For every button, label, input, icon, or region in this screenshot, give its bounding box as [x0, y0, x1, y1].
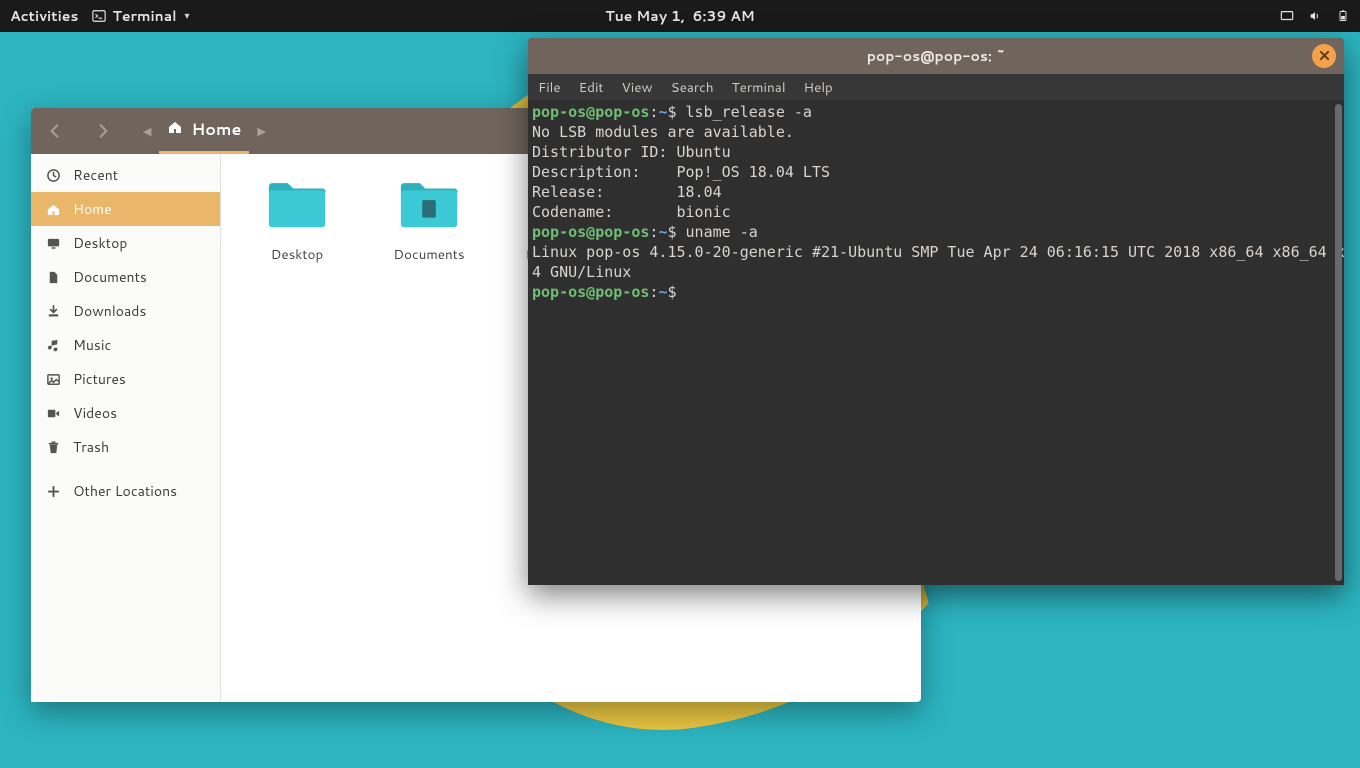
sidebar-item-other-locations[interactable]: Other Locations: [31, 474, 220, 508]
menu-search[interactable]: Search: [671, 78, 714, 97]
sidebar-item-desktop[interactable]: Desktop: [31, 226, 220, 260]
terminal-line: Distributor ID: Ubuntu: [532, 142, 1340, 162]
active-app-menu[interactable]: Terminal ▾: [92, 6, 189, 26]
screen-indicator-icon[interactable]: [1280, 9, 1294, 23]
sidebar-item-music[interactable]: Music: [31, 328, 220, 362]
menu-file[interactable]: File: [538, 78, 561, 97]
activities-button[interactable]: Activities: [10, 6, 78, 26]
breadcrumb-home[interactable]: Home: [163, 108, 245, 154]
active-app-label: Terminal: [112, 6, 176, 26]
menu-view[interactable]: View: [622, 78, 653, 97]
terminal-line: Description: Pop!_OS 18.04 LTS: [532, 162, 1340, 182]
terminal-title: pop-os@pop-os: ~: [867, 46, 1006, 66]
sidebar-item-label: Pictures: [73, 369, 126, 389]
plus-icon: [45, 483, 61, 499]
terminal-line: Release: 18.04: [532, 182, 1340, 202]
home-icon: [45, 201, 61, 217]
video-icon: [45, 405, 61, 421]
terminal-output[interactable]: pop-os@pop-os:~$ lsb_release -aNo LSB mo…: [528, 100, 1344, 585]
terminal-window: pop-os@pop-os: ~ File Edit View Search Termi…: [528, 38, 1344, 585]
trash-icon: [45, 439, 61, 455]
terminal-line: pop-os@pop-os:~$ lsb_release -a: [532, 102, 1340, 122]
gnome-topbar: Activities Terminal ▾ Tue May 1, 6:39 AM: [0, 0, 1360, 32]
breadcrumb-sep-right-icon: ▶: [251, 123, 271, 139]
sidebar-item-label: Videos: [73, 403, 117, 423]
sidebar-item-label: Home: [73, 199, 112, 219]
folder-label: Documents: [393, 245, 464, 264]
music-icon: [45, 337, 61, 353]
folder-icon: [397, 176, 461, 237]
menu-help[interactable]: Help: [804, 78, 833, 97]
sidebar-item-home[interactable]: Home: [31, 192, 220, 226]
terminal-line: pop-os@pop-os:~$ uname -a: [532, 222, 1340, 242]
menu-terminal[interactable]: Terminal: [732, 78, 786, 97]
folder-desktop[interactable]: Desktop: [251, 176, 343, 264]
terminal-menubar: File Edit View Search Terminal Help: [528, 74, 1344, 100]
folder-documents[interactable]: Documents: [383, 176, 475, 264]
sidebar-item-label: Downloads: [73, 301, 146, 321]
sidebar-item-label: Documents: [73, 267, 147, 287]
sidebar-item-label: Desktop: [73, 233, 127, 253]
terminal-line: No LSB modules are available.: [532, 122, 1340, 142]
nav-forward-button[interactable]: [83, 112, 123, 150]
sidebar-item-videos[interactable]: Videos: [31, 396, 220, 430]
nav-back-button[interactable]: [35, 112, 75, 150]
sidebar-item-pictures[interactable]: Pictures: [31, 362, 220, 396]
terminal-line: 4 GNU/Linux: [532, 262, 1340, 282]
document-icon: [45, 269, 61, 285]
terminal-line: Codename: bionic: [532, 202, 1340, 222]
folder-label: Desktop: [271, 245, 323, 264]
terminal-app-icon: [92, 9, 106, 23]
download-icon: [45, 303, 61, 319]
clock-icon: [45, 167, 61, 183]
sidebar-item-documents[interactable]: Documents: [31, 260, 220, 294]
terminal-line: pop-os@pop-os:~$: [532, 282, 1340, 302]
picture-icon: [45, 371, 61, 387]
home-icon: [167, 118, 183, 141]
terminal-titlebar[interactable]: pop-os@pop-os: ~: [528, 38, 1344, 74]
breadcrumb-label: Home: [191, 118, 241, 141]
close-icon: [1319, 46, 1330, 66]
breadcrumb: ◀ Home ▶: [137, 108, 272, 154]
folder-icon: [265, 176, 329, 237]
sidebar-item-recent[interactable]: Recent: [31, 158, 220, 192]
battery-icon[interactable]: [1336, 9, 1350, 23]
sidebar-item-label: Trash: [73, 437, 109, 457]
close-button[interactable]: [1312, 44, 1336, 68]
files-sidebar: Recent Home Desktop Documents Downloads Music…: [31, 154, 221, 702]
menu-edit[interactable]: Edit: [579, 78, 604, 97]
sidebar-item-label: Music: [73, 335, 111, 355]
scrollbar-thumb[interactable]: [1335, 104, 1342, 581]
topbar-clock[interactable]: Tue May 1, 6:39 AM: [605, 6, 755, 26]
sidebar-item-label: Recent: [73, 165, 118, 185]
volume-icon[interactable]: [1308, 9, 1322, 23]
sidebar-item-downloads[interactable]: Downloads: [31, 294, 220, 328]
sidebar-item-label: Other Locations: [73, 481, 177, 501]
terminal-line: Linux pop-os 4.15.0-20-generic #21-Ubunt…: [532, 242, 1340, 262]
terminal-scrollbar[interactable]: [1335, 104, 1342, 581]
sidebar-item-trash[interactable]: Trash: [31, 430, 220, 464]
breadcrumb-sep-left-icon: ◀: [137, 123, 157, 139]
desktop-icon: [45, 235, 61, 251]
chevron-down-icon: ▾: [185, 9, 190, 23]
